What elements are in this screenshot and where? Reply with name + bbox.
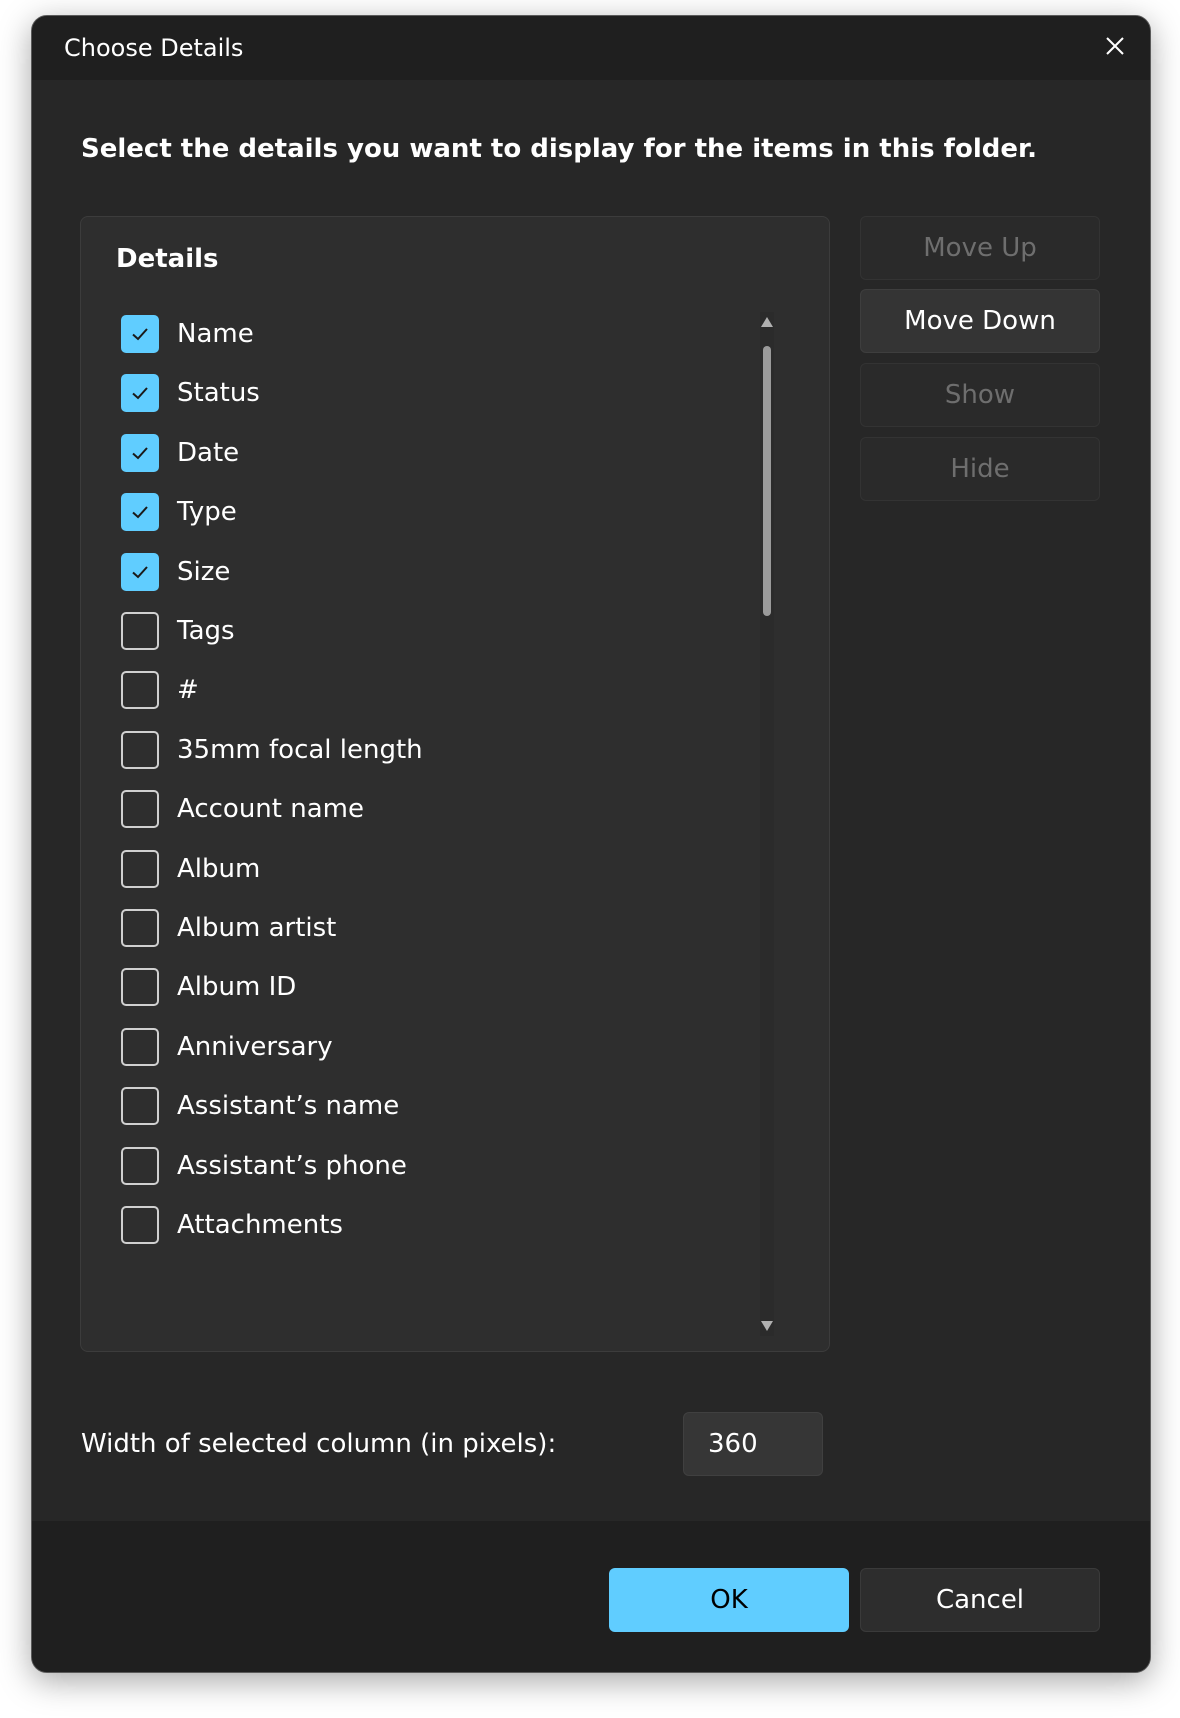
detail-label: Album [177,854,261,884]
detail-checkbox[interactable] [121,1087,159,1125]
triangle-up-icon [761,317,773,327]
detail-label: Date [177,438,240,468]
detail-label: Assistant’s name [177,1091,400,1121]
close-button[interactable] [1092,26,1138,66]
show-button[interactable]: Show [860,363,1100,427]
detail-label: Account name [177,794,364,824]
detail-checkbox[interactable] [121,850,159,888]
checkmark-icon [132,506,148,519]
detail-checkbox[interactable] [121,315,159,353]
detail-label: Assistant’s phone [177,1151,407,1181]
detail-label: Attachments [177,1210,343,1240]
detail-label: Size [177,557,231,587]
detail-checkbox[interactable] [121,790,159,828]
detail-item[interactable]: Assistant’s phone [121,1145,741,1187]
detail-checkbox[interactable] [121,909,159,947]
dialog-title: Choose Details [64,34,244,62]
detail-label: Name [177,319,254,349]
detail-item[interactable]: Account name [121,788,741,830]
details-scrollbar[interactable] [760,312,774,1336]
checkmark-icon [132,328,148,341]
detail-label: Album artist [177,913,337,943]
detail-item[interactable]: Album artist [121,907,741,949]
detail-checkbox[interactable] [121,553,159,591]
detail-item[interactable]: Status [121,372,741,414]
detail-label: Tags [177,616,235,646]
detail-item[interactable]: Anniversary [121,1026,741,1068]
detail-label: Album ID [177,972,297,1002]
checkmark-icon [132,447,148,460]
detail-item[interactable]: Size [121,551,741,593]
detail-checkbox[interactable] [121,434,159,472]
choose-details-dialog: Choose Details Select the details you wa… [31,15,1151,1673]
detail-item[interactable]: Album [121,848,741,890]
detail-checkbox[interactable] [121,731,159,769]
detail-label: Type [177,497,237,527]
column-width-label: Width of selected column (in pixels): [81,1429,557,1459]
cancel-button[interactable]: Cancel [860,1568,1100,1632]
detail-label: Status [177,378,260,408]
triangle-down-icon [761,1321,773,1331]
detail-item[interactable]: Date [121,432,741,474]
hide-button[interactable]: Hide [860,437,1100,501]
scroll-thumb[interactable] [763,346,771,616]
detail-checkbox[interactable] [121,1206,159,1244]
detail-item[interactable]: Assistant’s name [121,1085,741,1127]
details-panel: Details Name Status Date Type Size Tags #35mm … [80,216,830,1352]
scroll-down-arrow[interactable] [760,1318,774,1334]
detail-item[interactable]: Type [121,491,741,533]
detail-checkbox[interactable] [121,1028,159,1066]
detail-label: Anniversary [177,1032,333,1062]
detail-checkbox[interactable] [121,968,159,1006]
detail-checkbox[interactable] [121,1147,159,1185]
move-up-button[interactable]: Move Up [860,216,1100,280]
detail-item[interactable]: Attachments [121,1204,741,1246]
checkmark-icon [132,566,148,579]
detail-checkbox[interactable] [121,612,159,650]
ok-button[interactable]: OK [609,1568,849,1632]
detail-item[interactable]: Tags [121,610,741,652]
detail-item[interactable]: Album ID [121,966,741,1008]
detail-checkbox[interactable] [121,493,159,531]
close-icon [1106,37,1124,55]
detail-checkbox[interactable] [121,671,159,709]
move-down-button[interactable]: Move Down [860,289,1100,353]
checkmark-icon [132,387,148,400]
detail-checkbox[interactable] [121,374,159,412]
detail-item[interactable]: 35mm focal length [121,729,741,771]
detail-item[interactable]: Name [121,313,741,355]
details-list[interactable]: Name Status Date Type Size Tags #35mm focal le… [121,313,751,1337]
detail-label: # [177,675,199,705]
scroll-up-arrow[interactable] [760,314,774,330]
detail-label: 35mm focal length [177,735,423,765]
column-width-input[interactable] [683,1412,823,1476]
detail-item[interactable]: # [121,669,741,711]
details-heading: Details [116,244,219,274]
instruction-text: Select the details you want to display f… [81,134,1037,164]
title-bar: Choose Details [32,16,1150,80]
